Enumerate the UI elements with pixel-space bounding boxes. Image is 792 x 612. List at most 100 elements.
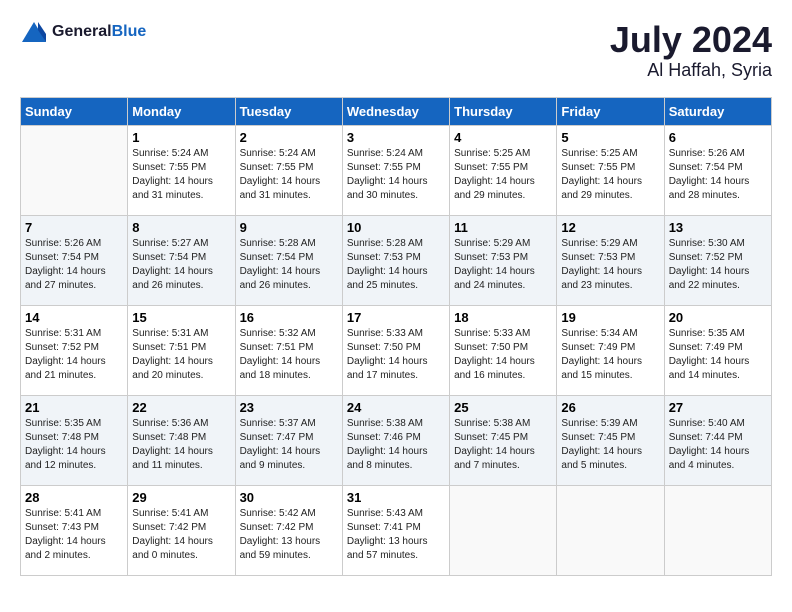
day-info: Sunrise: 5:40 AM Sunset: 7:44 PM Dayligh… — [669, 417, 767, 473]
day-info: Sunrise: 5:29 AM Sunset: 7:53 PM Dayligh… — [561, 237, 659, 293]
weekday-header-wednesday: Wednesday — [342, 97, 449, 125]
day-info: Sunrise: 5:41 AM Sunset: 7:43 PM Dayligh… — [25, 507, 123, 563]
calendar-cell: 22 Sunrise: 5:36 AM Sunset: 7:48 PM Dayli… — [128, 395, 235, 485]
title-block: July 2024 Al Haffah, Syria — [610, 20, 772, 81]
day-info: Sunrise: 5:35 AM Sunset: 7:49 PM Dayligh… — [669, 327, 767, 383]
calendar-cell: 29Sunrise: 5:41 AM Sunset: 7:42 PM Dayli… — [128, 485, 235, 575]
day-number: 27 — [669, 400, 767, 415]
calendar-cell: 28 Sunrise: 5:41 AM Sunset: 7:43 PM Dayli… — [21, 485, 128, 575]
logo-text: GeneralBlue — [52, 23, 146, 41]
calendar-cell: 5 Sunrise: 5:25 AM Sunset: 7:55 PM Daylig… — [557, 125, 664, 215]
calendar-cell: 14Sunrise: 5:31 AM Sunset: 7:52 PM Dayli… — [21, 305, 128, 395]
day-info: Sunrise: 5:35 AM Sunset: 7:48 PM Dayligh… — [25, 417, 123, 473]
calendar-cell — [450, 485, 557, 575]
logo-icon — [20, 20, 48, 44]
calendar-cell: 6 Sunrise: 5:26 AM Sunset: 7:54 PM Daylig… — [664, 125, 771, 215]
day-info: Sunrise: 5:30 AM Sunset: 7:52 PM Dayligh… — [669, 237, 767, 293]
day-number: 14 — [25, 310, 123, 325]
calendar-cell: 4Sunrise: 5:25 AM Sunset: 7:55 PM Daylig… — [450, 125, 557, 215]
weekday-header-thursday: Thursday — [450, 97, 557, 125]
day-info: Sunrise: 5:31 AM Sunset: 7:51 PM Dayligh… — [132, 327, 230, 383]
day-number: 11 — [454, 220, 552, 235]
calendar-cell: 17 Sunrise: 5:33 AM Sunset: 7:50 PM Dayli… — [342, 305, 449, 395]
calendar-cell: 23 Sunrise: 5:37 AM Sunset: 7:47 PM Dayli… — [235, 395, 342, 485]
calendar-cell: 1Sunrise: 5:24 AM Sunset: 7:55 PM Daylig… — [128, 125, 235, 215]
day-number: 5 — [561, 130, 659, 145]
day-info: Sunrise: 5:27 AM Sunset: 7:54 PM Dayligh… — [132, 237, 230, 293]
calendar-cell: 26 Sunrise: 5:39 AM Sunset: 7:45 PM Dayli… — [557, 395, 664, 485]
day-number: 10 — [347, 220, 445, 235]
day-number: 6 — [669, 130, 767, 145]
day-number: 26 — [561, 400, 659, 415]
weekday-header-friday: Friday — [557, 97, 664, 125]
calendar-cell: 19Sunrise: 5:34 AM Sunset: 7:49 PM Dayli… — [557, 305, 664, 395]
calendar-week-row: 28 Sunrise: 5:41 AM Sunset: 7:43 PM Dayli… — [21, 485, 772, 575]
day-number: 23 — [240, 400, 338, 415]
calendar-cell: 16Sunrise: 5:32 AM Sunset: 7:51 PM Dayli… — [235, 305, 342, 395]
day-number: 29 — [132, 490, 230, 505]
day-number: 21 — [25, 400, 123, 415]
location-title: Al Haffah, Syria — [610, 60, 772, 81]
day-number: 17 — [347, 310, 445, 325]
calendar-cell — [664, 485, 771, 575]
day-info: Sunrise: 5:36 AM Sunset: 7:48 PM Dayligh… — [132, 417, 230, 473]
calendar-week-row: 1 Sunrise: 5:24 AM Sunset: 7:55 PM Daylig… — [21, 125, 772, 215]
calendar-table: SundayMondayTuesdayWednesdayThursdayFrid… — [20, 97, 772, 576]
weekday-header-monday: Monday — [128, 97, 235, 125]
calendar-cell: 25Sunrise: 5:38 AM Sunset: 7:45 PM Dayli… — [450, 395, 557, 485]
weekday-header-sunday: Sunday — [21, 97, 128, 125]
day-info: Sunrise: 5:42 AM Sunset: 7:42 PM Dayligh… — [240, 507, 338, 563]
day-info: Sunrise: 5:26 AM Sunset: 7:54 PM Dayligh… — [25, 237, 123, 293]
day-info: Sunrise: 5:33 AM Sunset: 7:50 PM Dayligh… — [347, 327, 445, 383]
calendar-cell: 18 Sunrise: 5:33 AM Sunset: 7:50 PM Dayli… — [450, 305, 557, 395]
day-number: 30 — [240, 490, 338, 505]
day-number: 31 — [347, 490, 445, 505]
day-info: Sunrise: 5:28 AM Sunset: 7:53 PM Dayligh… — [347, 237, 445, 293]
calendar-week-row: 21 Sunrise: 5:35 AM Sunset: 7:48 PM Dayli… — [21, 395, 772, 485]
day-info: Sunrise: 5:25 AM Sunset: 7:55 PM Dayligh… — [561, 147, 659, 203]
calendar-cell: 8 Sunrise: 5:27 AM Sunset: 7:54 PM Daylig… — [128, 215, 235, 305]
calendar-cell: 2Sunrise: 5:24 AM Sunset: 7:55 PM Daylig… — [235, 125, 342, 215]
day-number: 12 — [561, 220, 659, 235]
day-number: 24 — [347, 400, 445, 415]
calendar-cell: 24 Sunrise: 5:38 AM Sunset: 7:46 PM Dayli… — [342, 395, 449, 485]
calendar-cell: 9 Sunrise: 5:28 AM Sunset: 7:54 PM Daylig… — [235, 215, 342, 305]
day-info: Sunrise: 5:39 AM Sunset: 7:45 PM Dayligh… — [561, 417, 659, 473]
day-info: Sunrise: 5:38 AM Sunset: 7:45 PM Dayligh… — [454, 417, 552, 473]
calendar-cell: 11Sunrise: 5:29 AM Sunset: 7:53 PM Dayli… — [450, 215, 557, 305]
calendar-cell: 27 Sunrise: 5:40 AM Sunset: 7:44 PM Dayli… — [664, 395, 771, 485]
day-number: 16 — [240, 310, 338, 325]
day-info: Sunrise: 5:26 AM Sunset: 7:54 PM Dayligh… — [669, 147, 767, 203]
day-info: Sunrise: 5:37 AM Sunset: 7:47 PM Dayligh… — [240, 417, 338, 473]
day-number: 18 — [454, 310, 552, 325]
day-number: 3 — [347, 130, 445, 145]
month-title: July 2024 — [610, 20, 772, 60]
day-number: 1 — [132, 130, 230, 145]
calendar-cell: 7 Sunrise: 5:26 AM Sunset: 7:54 PM Daylig… — [21, 215, 128, 305]
day-number: 8 — [132, 220, 230, 235]
calendar-cell — [21, 125, 128, 215]
day-info: Sunrise: 5:24 AM Sunset: 7:55 PM Dayligh… — [347, 147, 445, 203]
calendar-cell: 12 Sunrise: 5:29 AM Sunset: 7:53 PM Dayli… — [557, 215, 664, 305]
day-number: 28 — [25, 490, 123, 505]
calendar-week-row: 7 Sunrise: 5:26 AM Sunset: 7:54 PM Daylig… — [21, 215, 772, 305]
day-number: 22 — [132, 400, 230, 415]
day-info: Sunrise: 5:38 AM Sunset: 7:46 PM Dayligh… — [347, 417, 445, 473]
calendar-cell: 15Sunrise: 5:31 AM Sunset: 7:51 PM Dayli… — [128, 305, 235, 395]
day-info: Sunrise: 5:43 AM Sunset: 7:41 PM Dayligh… — [347, 507, 445, 563]
day-number: 2 — [240, 130, 338, 145]
calendar-week-row: 14Sunrise: 5:31 AM Sunset: 7:52 PM Dayli… — [21, 305, 772, 395]
weekday-header-saturday: Saturday — [664, 97, 771, 125]
day-number: 7 — [25, 220, 123, 235]
day-info: Sunrise: 5:28 AM Sunset: 7:54 PM Dayligh… — [240, 237, 338, 293]
calendar-cell: 21 Sunrise: 5:35 AM Sunset: 7:48 PM Dayli… — [21, 395, 128, 485]
calendar-cell: 13Sunrise: 5:30 AM Sunset: 7:52 PM Dayli… — [664, 215, 771, 305]
logo: GeneralBlue — [20, 20, 146, 44]
day-number: 19 — [561, 310, 659, 325]
day-number: 4 — [454, 130, 552, 145]
calendar-cell: 30 Sunrise: 5:42 AM Sunset: 7:42 PM Dayli… — [235, 485, 342, 575]
day-info: Sunrise: 5:33 AM Sunset: 7:50 PM Dayligh… — [454, 327, 552, 383]
calendar-cell — [557, 485, 664, 575]
calendar-cell: 10 Sunrise: 5:28 AM Sunset: 7:53 PM Dayli… — [342, 215, 449, 305]
day-number: 9 — [240, 220, 338, 235]
